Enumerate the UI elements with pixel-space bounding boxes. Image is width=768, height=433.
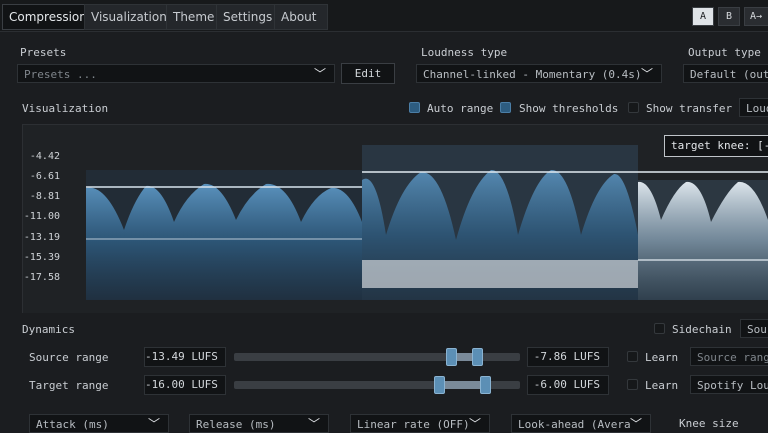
chevron-down-icon: ﹀ bbox=[307, 417, 320, 431]
release-value: Release (ms) bbox=[196, 418, 276, 431]
chevron-down-icon: ﹀ bbox=[629, 417, 642, 431]
auto-range-label: Auto range bbox=[427, 102, 494, 115]
source-range-high-handle[interactable] bbox=[472, 348, 483, 366]
y-tick-label: -4.42 bbox=[29, 151, 60, 162]
target-range-preset-select[interactable]: Spotify Loud bbox=[690, 375, 768, 394]
auto-range-checkbox[interactable] bbox=[409, 102, 420, 113]
tab-about[interactable]: About bbox=[274, 4, 328, 30]
attack-select[interactable]: Attack (ms) ﹀ bbox=[29, 414, 169, 433]
presets-placeholder: Presets ... bbox=[24, 68, 97, 81]
knee-tooltip-text: target knee: [-1 bbox=[671, 139, 768, 152]
look-ahead-select[interactable]: Look-ahead (Avera ﹀ bbox=[511, 414, 651, 433]
copy-a-button[interactable]: A→ bbox=[744, 7, 768, 26]
show-thresholds-label: Show thresholds bbox=[519, 102, 619, 115]
edit-button[interactable]: Edit bbox=[341, 63, 395, 84]
target-range-low-field[interactable]: -16.00 LUFS bbox=[144, 375, 226, 395]
show-transfer-label: Show transfer bbox=[646, 102, 733, 115]
y-tick-label: -13.19 bbox=[23, 232, 60, 243]
chevron-down-icon: ﹀ bbox=[468, 417, 481, 431]
y-tick-label: -17.58 bbox=[23, 272, 60, 283]
tab-compression[interactable]: Compression bbox=[2, 4, 92, 30]
attack-value: Attack (ms) bbox=[36, 418, 109, 431]
middle-target-range bbox=[362, 260, 638, 288]
knee-size-label: Knee size bbox=[679, 417, 739, 430]
release-select[interactable]: Release (ms) ﹀ bbox=[189, 414, 329, 433]
sidechain-checkbox[interactable] bbox=[654, 323, 665, 334]
dynamics-label: Dynamics bbox=[22, 323, 75, 336]
loudness-graph bbox=[86, 145, 768, 300]
sidechain-source-select[interactable]: Sour bbox=[740, 319, 768, 338]
visualization-label: Visualization bbox=[22, 102, 109, 115]
target-learn-checkbox[interactable] bbox=[627, 379, 638, 390]
target-range-label: Target range bbox=[29, 379, 109, 392]
loudness-type-select[interactable]: Channel-linked - Momentary (0.4s) ﹀ bbox=[416, 64, 662, 83]
output-type-label: Output type bbox=[688, 46, 761, 59]
preset-a-button[interactable]: A bbox=[692, 7, 714, 26]
presets-select[interactable]: Presets ... ﹀ bbox=[17, 64, 335, 83]
look-ahead-value: Look-ahead (Avera bbox=[518, 418, 631, 431]
source-range-label: Source range bbox=[29, 351, 109, 364]
chevron-down-icon: ﹀ bbox=[147, 417, 160, 431]
loudness-type-label: Loudness type bbox=[421, 46, 508, 59]
sidechain-label: Sidechain bbox=[672, 323, 732, 336]
output-type-value: Default (outp bbox=[690, 68, 768, 81]
source-range-low-handle[interactable] bbox=[446, 348, 457, 366]
knee-tooltip: target knee: [-1 bbox=[664, 135, 768, 157]
tab-visualization[interactable]: Visualization bbox=[84, 4, 174, 30]
source-learn-checkbox[interactable] bbox=[627, 351, 638, 362]
y-tick-label: -6.61 bbox=[29, 171, 60, 182]
sidechain-source-value: Sour bbox=[747, 323, 768, 336]
loudness-type-value: Channel-linked - Momentary (0.4s) bbox=[423, 68, 642, 81]
source-learn-label: Learn bbox=[645, 351, 679, 364]
linear-rate-value: Linear rate (OFF) bbox=[357, 418, 470, 431]
linear-rate-select[interactable]: Linear rate (OFF) ﹀ bbox=[350, 414, 490, 433]
target-range-high-handle[interactable] bbox=[480, 376, 491, 394]
show-thresholds-checkbox[interactable] bbox=[500, 102, 511, 113]
y-tick-label: -15.39 bbox=[23, 252, 60, 263]
y-tick-label: -11.00 bbox=[23, 211, 60, 222]
source-range-preset-value: Source rang bbox=[697, 351, 768, 364]
target-range-high-field[interactable]: -6.00 LUFS bbox=[527, 375, 609, 395]
source-range-high-field[interactable]: -7.86 LUFS bbox=[527, 347, 609, 367]
show-transfer-checkbox[interactable] bbox=[628, 102, 639, 113]
tab-settings[interactable]: Settings bbox=[216, 4, 282, 30]
output-type-select[interactable]: Default (outp bbox=[683, 64, 768, 83]
preset-b-button[interactable]: B bbox=[718, 7, 740, 26]
arrow-right-icon: → bbox=[756, 11, 763, 22]
chevron-down-icon: ﹀ bbox=[313, 67, 326, 81]
target-range-low-handle[interactable] bbox=[434, 376, 445, 394]
visualization-mode-select[interactable]: Loud bbox=[739, 98, 768, 117]
y-tick-label: -8.81 bbox=[29, 191, 60, 202]
source-range-low-field[interactable]: -13.49 LUFS bbox=[144, 347, 226, 367]
target-learn-label: Learn bbox=[645, 379, 679, 392]
visualization-mode-value: Loud bbox=[746, 102, 768, 115]
chevron-down-icon: ﹀ bbox=[640, 67, 653, 81]
target-range-preset-value: Spotify Loud bbox=[697, 379, 768, 392]
presets-label: Presets bbox=[20, 46, 67, 59]
source-range-preset-select[interactable]: Source rang bbox=[690, 347, 768, 366]
